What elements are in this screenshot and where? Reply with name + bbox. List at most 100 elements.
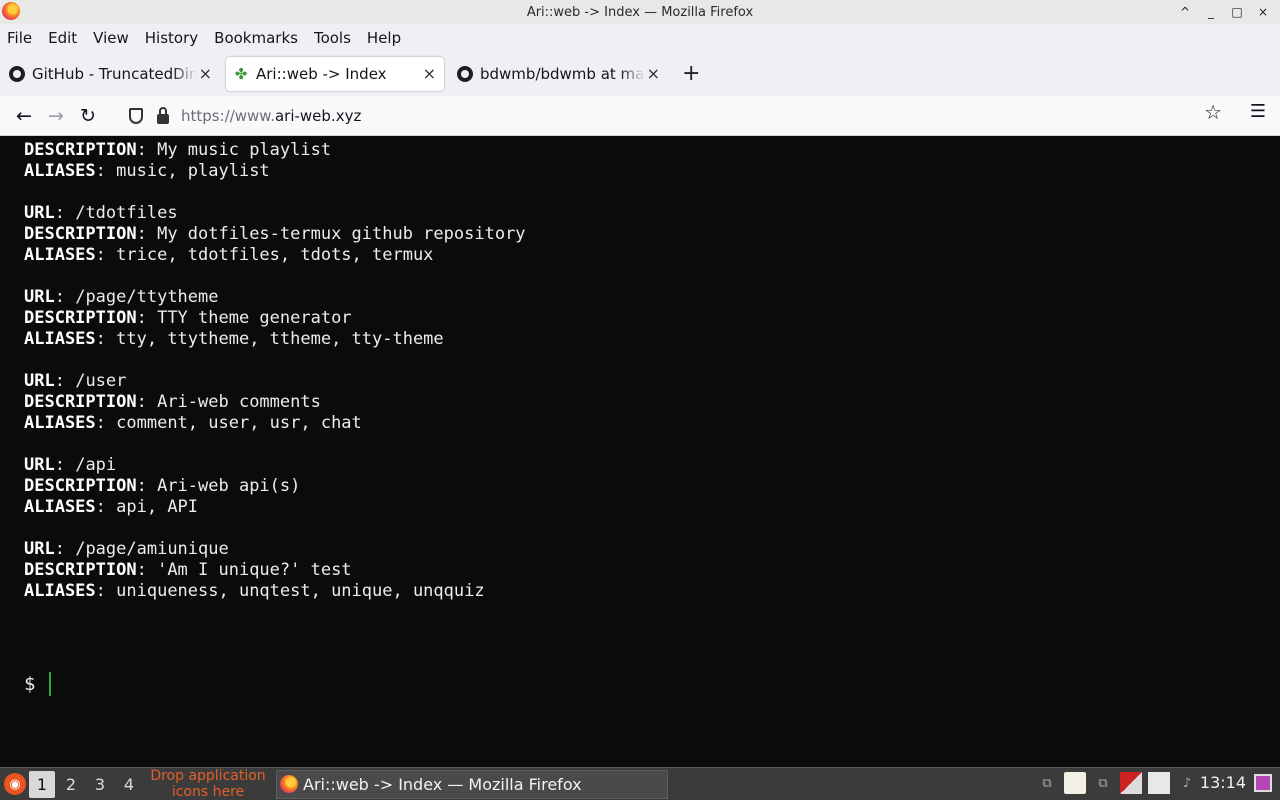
tracking-protection-shield-icon[interactable] bbox=[129, 108, 143, 124]
github-icon bbox=[9, 66, 25, 82]
close-tab-icon[interactable]: × bbox=[423, 64, 436, 84]
firefox-logo-icon bbox=[2, 2, 20, 20]
shade-button[interactable]: ^ bbox=[1178, 3, 1192, 21]
field-value: /page/ttytheme bbox=[75, 287, 219, 307]
field-key: URL bbox=[24, 539, 55, 559]
field-key: ALIASES bbox=[24, 497, 96, 517]
terminal-prompt[interactable]: $ bbox=[24, 672, 52, 696]
url-bar[interactable]: https://www.ari-web.xyz bbox=[118, 100, 1268, 132]
tray-network-icon[interactable]: ⧉ bbox=[1092, 772, 1114, 794]
system-tray: ⧉ ⧉ ♪ bbox=[1036, 772, 1198, 794]
tab-label: Ari::web -> Index bbox=[256, 65, 387, 83]
field-value: /api bbox=[75, 455, 117, 475]
field-value: My dotfiles-termux github repository bbox=[157, 224, 526, 244]
entry-url: URL: /page/amiunique bbox=[24, 539, 229, 559]
field-key: ALIASES bbox=[24, 245, 96, 265]
menu-help[interactable]: Help bbox=[367, 29, 408, 47]
menu-bar: File Edit View History Bookmarks Tools H… bbox=[0, 24, 1280, 52]
field-value: comment, user, usr, chat bbox=[116, 413, 362, 433]
screenshot-tray-icon[interactable] bbox=[1120, 772, 1142, 794]
menu-tools[interactable]: Tools bbox=[314, 29, 358, 47]
field-value: tty, ttytheme, ttheme, tty-theme bbox=[116, 329, 444, 349]
field-key: DESCRIPTION bbox=[24, 392, 137, 412]
desktop-taskbar: ◉ 1 2 3 4 Drop application icons here Ar… bbox=[0, 767, 1280, 800]
field-value: /tdotfiles bbox=[75, 203, 178, 223]
lock-icon[interactable] bbox=[157, 107, 169, 124]
field-value: /page/amiunique bbox=[75, 539, 229, 559]
ubuntu-start-icon[interactable]: ◉ bbox=[4, 773, 26, 795]
field-key: ALIASES bbox=[24, 581, 96, 601]
clipboard-tray-icon[interactable] bbox=[1148, 772, 1170, 794]
window-title: Ari::web -> Index — Mozilla Firefox bbox=[526, 4, 754, 20]
field-value: Ari-web api(s) bbox=[157, 476, 301, 496]
navigation-toolbar: ← → ↻ https://www.ari-web.xyz ☆ ☰ bbox=[0, 96, 1280, 136]
workspace-3[interactable]: 3 bbox=[87, 771, 113, 798]
minimize-button[interactable]: _ bbox=[1204, 3, 1218, 21]
field-key: DESCRIPTION bbox=[24, 308, 137, 328]
new-tab-button[interactable]: + bbox=[682, 59, 700, 89]
field-key: DESCRIPTION bbox=[24, 224, 137, 244]
field-value: My music playlist bbox=[157, 140, 332, 160]
entry-url: URL: /api bbox=[24, 455, 117, 475]
field-key: URL bbox=[24, 287, 55, 307]
field-value: 'Am I unique?' test bbox=[157, 560, 352, 580]
field-key: ALIASES bbox=[24, 161, 96, 181]
close-tab-icon[interactable]: × bbox=[199, 64, 212, 84]
clock: 13:14 bbox=[1199, 773, 1246, 792]
entry-aliases: ALIASES: comment, user, usr, chat bbox=[24, 413, 362, 433]
url-prefix: https://www. bbox=[181, 107, 275, 125]
notes-tray-icon[interactable] bbox=[1064, 772, 1086, 794]
text-cursor bbox=[49, 672, 52, 696]
tab-github-truncated[interactable]: GitHub - TruncatedDinosour/ × bbox=[2, 57, 220, 91]
field-key: URL bbox=[24, 455, 55, 475]
workspace-2[interactable]: 2 bbox=[58, 771, 84, 798]
menu-bookmarks[interactable]: Bookmarks bbox=[214, 29, 305, 47]
window-titlebar: Ari::web -> Index — Mozilla Firefox ^ _ … bbox=[0, 0, 1280, 24]
workspace-4[interactable]: 4 bbox=[116, 771, 142, 798]
maximize-button[interactable]: □ bbox=[1230, 3, 1244, 21]
field-key: ALIASES bbox=[24, 413, 96, 433]
taskbar-firefox-window[interactable]: Ari::web -> Index — Mozilla Firefox bbox=[276, 769, 668, 799]
tab-bdwmb[interactable]: bdwmb/bdwmb at main × bbox=[450, 57, 668, 91]
github-icon bbox=[457, 66, 473, 82]
field-key: URL bbox=[24, 371, 55, 391]
workspace-1[interactable]: 1 bbox=[29, 770, 55, 798]
field-value: api, API bbox=[116, 497, 199, 517]
task-label: Ari::web -> Index — Mozilla Firefox bbox=[303, 774, 582, 794]
entry-description: DESCRIPTION: 'Am I unique?' test bbox=[24, 560, 352, 580]
menu-file[interactable]: File bbox=[7, 29, 39, 47]
reload-button[interactable]: ↻ bbox=[72, 100, 104, 132]
bookmark-star-icon[interactable]: ☆ bbox=[1204, 100, 1222, 124]
page-content: DESCRIPTION: My music playlist ALIASES: m… bbox=[0, 137, 1280, 767]
entry-aliases: ALIASES: trice, tdotfiles, tdots, termux bbox=[24, 245, 434, 265]
menu-view[interactable]: View bbox=[93, 29, 136, 47]
url-text[interactable]: https://www.ari-web.xyz bbox=[181, 107, 361, 125]
hamburger-menu-icon[interactable]: ☰ bbox=[1250, 101, 1266, 122]
tray-app-icon[interactable]: ⧉ bbox=[1036, 772, 1058, 794]
tab-label: GitHub - TruncatedDinosour/ bbox=[32, 65, 197, 83]
entry-description: DESCRIPTION: Ari-web api(s) bbox=[24, 476, 301, 496]
close-window-button[interactable]: × bbox=[1256, 3, 1270, 21]
tab-ari-web-index[interactable]: ✤ Ari::web -> Index × bbox=[226, 57, 444, 91]
field-key: DESCRIPTION bbox=[24, 560, 137, 580]
menu-history[interactable]: History bbox=[145, 29, 205, 47]
back-button[interactable]: ← bbox=[8, 100, 40, 132]
close-tab-icon[interactable]: × bbox=[647, 64, 660, 84]
firefox-icon bbox=[280, 775, 298, 793]
field-value: Ari-web comments bbox=[157, 392, 321, 412]
forward-button[interactable]: → bbox=[40, 100, 72, 132]
entry-aliases: ALIASES: tty, ttytheme, ttheme, tty-them… bbox=[24, 329, 444, 349]
volume-tray-icon[interactable]: ♪ bbox=[1176, 772, 1198, 794]
prompt-symbol: $ bbox=[24, 673, 36, 695]
entry-aliases: ALIASES: uniqueness, unqtest, unique, un… bbox=[24, 581, 485, 601]
terminal-output: DESCRIPTION: My music playlist ALIASES: m… bbox=[24, 140, 526, 602]
url-host: ari-web.xyz bbox=[274, 107, 362, 125]
field-key: DESCRIPTION bbox=[24, 476, 137, 496]
show-desktop-icon[interactable] bbox=[1254, 774, 1272, 792]
entry-description: DESCRIPTION: TTY theme generator bbox=[24, 308, 352, 328]
entry-aliases: ALIASES: api, API bbox=[24, 497, 199, 517]
entry-aliases: ALIASES: music, playlist bbox=[24, 161, 270, 181]
menu-edit[interactable]: Edit bbox=[48, 29, 84, 47]
